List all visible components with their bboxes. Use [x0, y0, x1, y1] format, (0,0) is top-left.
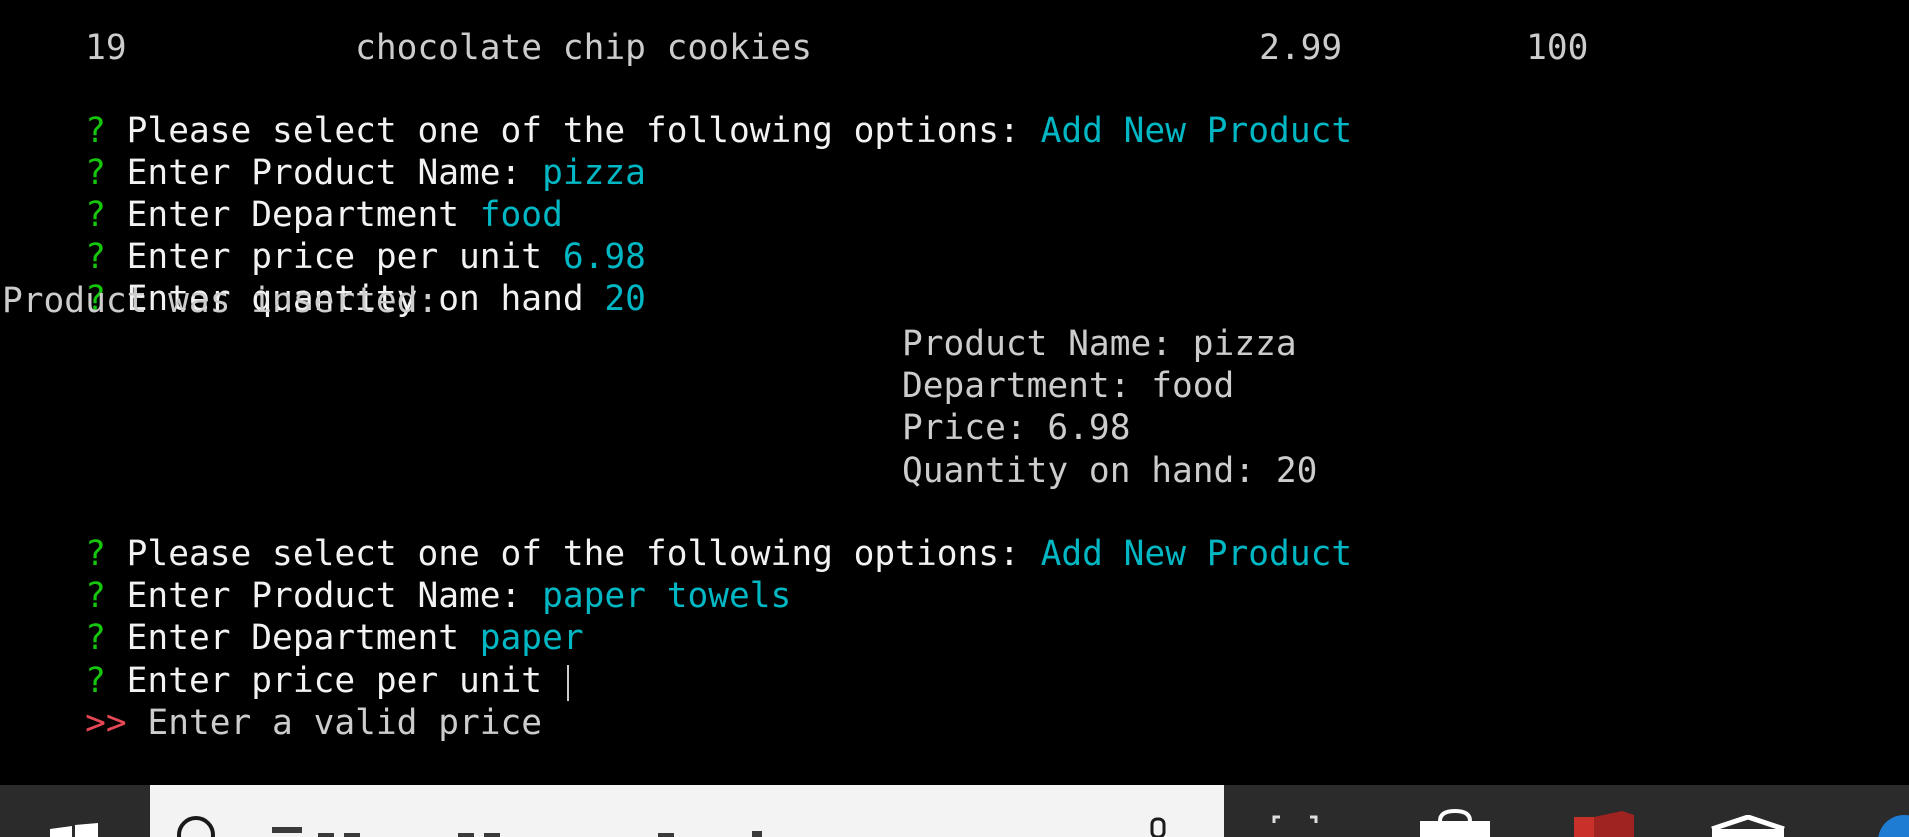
search-placeholder-text — [272, 827, 762, 837]
error-message: Enter a valid price — [147, 703, 543, 743]
prompt-line-department: ? Enter Department paper — [2, 578, 584, 658]
taskbar — [0, 785, 1909, 837]
task-view-icon[interactable] — [1272, 815, 1318, 837]
prompt-answer: Add New Product — [1040, 534, 1353, 574]
prompt-line-select-option: ? Please select one of the following opt… — [2, 71, 1352, 151]
error-marker: >> — [85, 703, 127, 743]
validation-error-line: >> Enter a valid price — [2, 663, 542, 743]
detail-price: Price: 6.98 — [902, 408, 1131, 448]
product-price-value: 2.99 — [1259, 28, 1343, 68]
prompt-line-department: ? Enter Department food — [2, 155, 563, 235]
store-icon[interactable] — [1418, 809, 1492, 837]
product-price-cell: 2.99 — [1176, 0, 1342, 68]
product-id: 19 — [85, 28, 127, 68]
product-quantity-value: 100 — [1526, 28, 1589, 68]
prompt-line-price: ? Enter price per unit 6.98 — [2, 197, 646, 277]
detail-department: Department: food — [902, 366, 1235, 406]
detail-quantity: Quantity on hand: 20 — [902, 451, 1318, 491]
text-cursor — [566, 664, 569, 701]
prompt-line-product-name: ? Enter Product Name: paper towels — [2, 536, 791, 616]
product-name-cell: chocolate chip cookies — [272, 0, 812, 68]
product-name-value: chocolate chip cookies — [355, 28, 813, 68]
microphone-icon[interactable] — [1146, 813, 1170, 837]
mail-icon[interactable] — [1710, 815, 1786, 837]
prompt-answer: 20 — [604, 279, 646, 319]
prompt-answer: Add New Product — [1040, 111, 1353, 151]
prompt-line-quantity: ? Enter quantity on hand 20 — [2, 239, 646, 319]
office-icon[interactable] — [1572, 811, 1638, 837]
edge-icon[interactable] — [1864, 813, 1909, 837]
product-quantity-cell: 100 — [1443, 0, 1588, 68]
console-window[interactable]: 19 chocolate chip cookies 2.99 100 ? Ple… — [0, 0, 1909, 785]
taskbar-search-box[interactable] — [150, 785, 1224, 837]
search-icon — [177, 816, 215, 837]
prompt-line-price-input[interactable]: ? Enter price per unit — [2, 621, 569, 701]
product-table-row: 19 — [2, 0, 127, 68]
prompt-line-product-name: ? Enter Product Name: pizza — [2, 113, 646, 193]
inserted-message: Product was inserted: — [2, 281, 439, 321]
prompt-line-select-option: ? Please select one of the following opt… — [2, 494, 1352, 574]
detail-product-name: Product Name: pizza — [902, 324, 1297, 364]
windows-start-icon[interactable] — [48, 823, 100, 837]
